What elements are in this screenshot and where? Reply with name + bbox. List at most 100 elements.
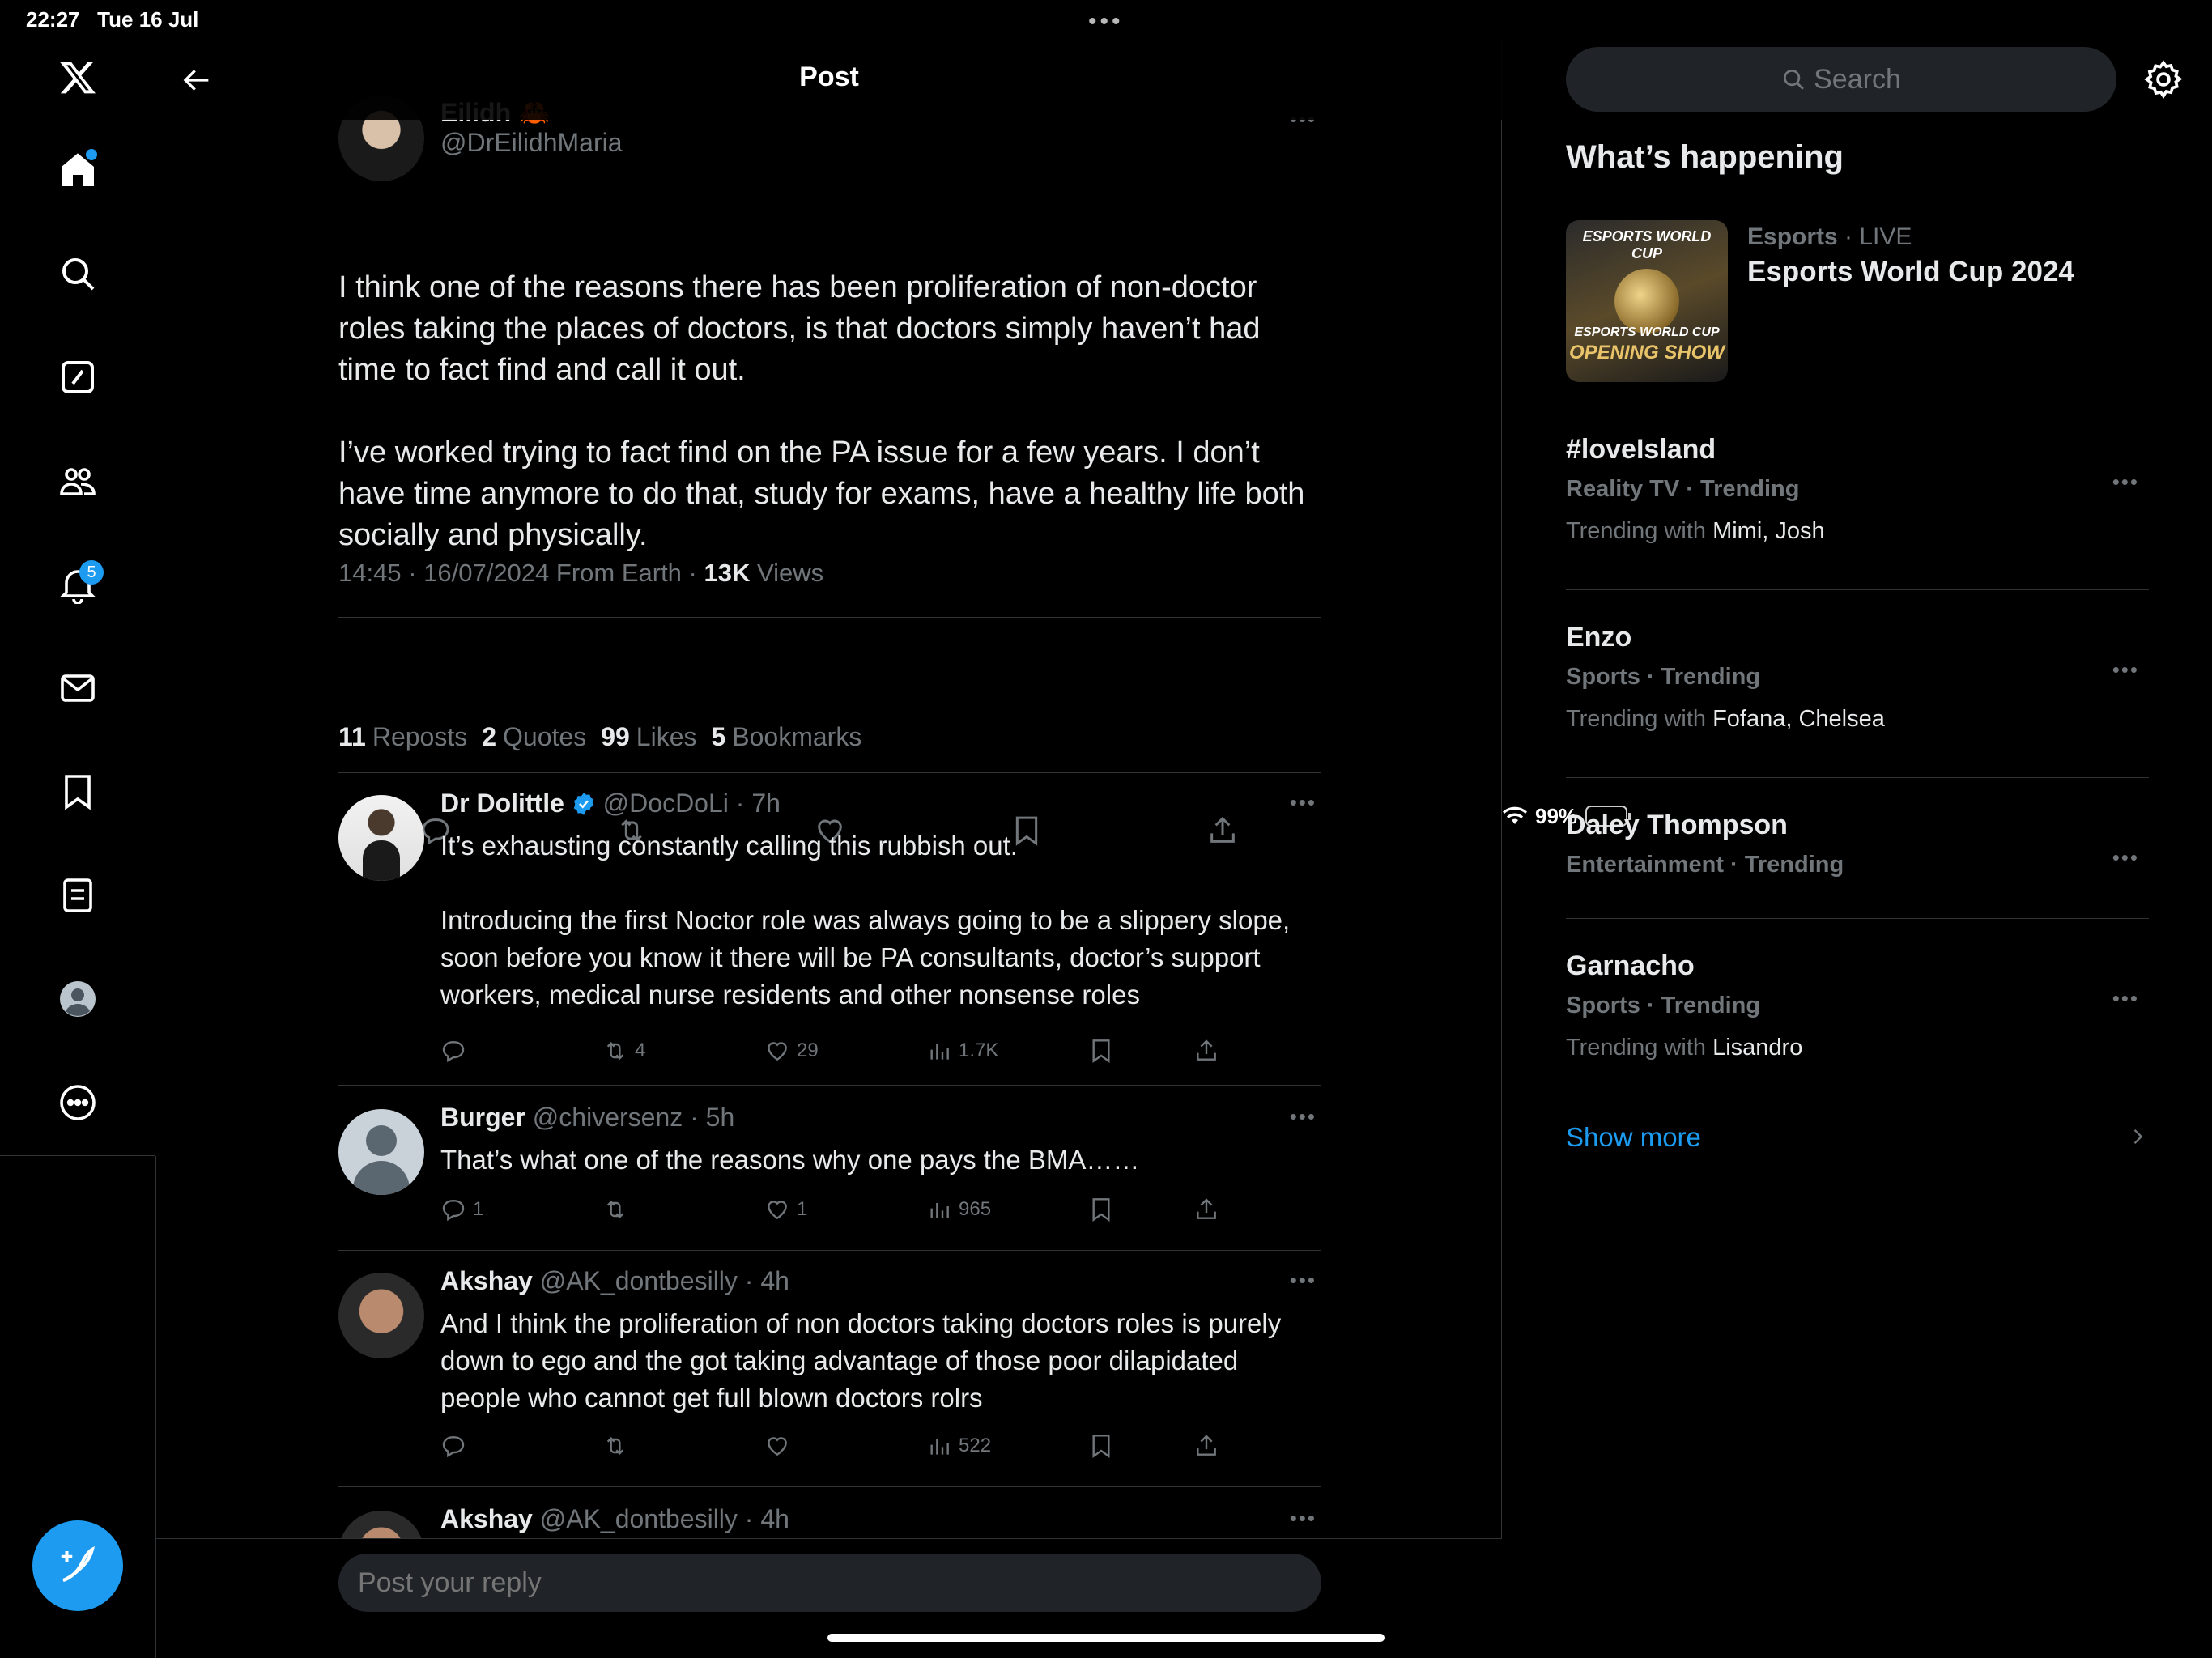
- notifications-badge: 5: [79, 560, 104, 585]
- views-label: Views: [756, 559, 824, 587]
- reply-actions: 4 29 1.7K: [440, 1038, 1250, 1070]
- lists-icon[interactable]: [45, 863, 110, 928]
- post-timestamp: 14:45 · 16/07/2024 From Earth ·: [338, 559, 704, 587]
- right-sidebar: Search What’s happening ESPORTS WORLD CU…: [1503, 39, 2212, 1658]
- reply-views-button[interactable]: 965: [926, 1197, 991, 1222]
- reply-avatar[interactable]: [338, 795, 424, 881]
- x-logo-icon[interactable]: [45, 45, 110, 110]
- reply-item[interactable]: Akshay @AK_dontbesilly · 4h ••• And I th…: [338, 1266, 1321, 1499]
- reply-share-button[interactable]: [1193, 1433, 1219, 1459]
- trend-related: Trending with Mimi, Josh: [1566, 518, 1825, 544]
- reposts-stat[interactable]: 11 Reposts: [338, 722, 467, 752]
- reply-comment-button[interactable]: [440, 1433, 473, 1459]
- trend-item[interactable]: Garnacho Sports · Trending Trending with…: [1566, 950, 2149, 1080]
- status-bar: 22:27 Tue 16 Jul ••• 99%: [0, 0, 2212, 828]
- post-stats: 11 Reposts 2 Quotes 99 Likes 5 Bookmarks: [338, 722, 861, 752]
- show-more-link[interactable]: Show more: [1566, 1122, 1701, 1153]
- trend-more-icon[interactable]: •••: [2112, 657, 2139, 682]
- divider: [1566, 777, 2149, 778]
- reply-input[interactable]: [338, 1554, 1321, 1612]
- search-icon[interactable]: [45, 241, 110, 306]
- reply-author-handle[interactable]: @DocDoLi · 7h: [603, 789, 781, 818]
- trend-more-icon[interactable]: •••: [2112, 470, 2139, 495]
- divider: [338, 1486, 1321, 1487]
- bookmarks-icon[interactable]: [45, 759, 110, 824]
- post-meta: 14:45 · 16/07/2024 From Earth · 13K View…: [338, 559, 823, 588]
- reply-item[interactable]: Dr Dolittle @DocDoLi · 7h ••• It’s exhau…: [338, 789, 1321, 1086]
- status-time: 22:27 Tue 16 Jul: [26, 7, 199, 32]
- divider: [338, 1085, 1321, 1086]
- reply-author-name[interactable]: Akshay: [440, 1504, 533, 1533]
- search-icon: [1784, 70, 1804, 90]
- reply-author-name[interactable]: Akshay: [440, 1266, 533, 1295]
- trend-item[interactable]: #loveIsland Reality TV · Trending Trendi…: [1566, 434, 2149, 563]
- author-handle[interactable]: @DrEilidhMaria: [440, 128, 623, 158]
- reply-bookmark-button[interactable]: [1088, 1038, 1114, 1064]
- reply-actions: 1 1 965: [440, 1197, 1250, 1229]
- reply-more-icon[interactable]: •••: [1290, 1506, 1317, 1531]
- featured-trend[interactable]: ESPORTS WORLD CUP ESPORTS WORLD CUP OPEN…: [1566, 220, 2149, 382]
- trend-item[interactable]: Daley Thompson Entertainment · Trending …: [1566, 810, 2149, 899]
- reply-like-button[interactable]: 29: [764, 1038, 819, 1064]
- reply-text: And I think the proliferation of non doc…: [440, 1308, 1282, 1413]
- reply-like-button[interactable]: [764, 1433, 797, 1459]
- reply-text: It’s exhausting constantly calling this …: [440, 831, 1291, 1010]
- trend-category: Entertainment · Trending: [1566, 852, 1844, 878]
- home-indicator[interactable]: [827, 1634, 1385, 1642]
- reply-avatar[interactable]: [338, 1273, 424, 1358]
- reply-comment-button[interactable]: [440, 1038, 473, 1064]
- multitasking-dots-icon[interactable]: •••: [1088, 8, 1124, 36]
- reply-like-button[interactable]: 1: [764, 1197, 807, 1222]
- trend-related: Trending with Lisandro: [1566, 1035, 1803, 1061]
- reply-views-button[interactable]: 522: [926, 1433, 991, 1459]
- reply-bookmark-button[interactable]: [1088, 1197, 1114, 1222]
- trend-category: Sports · Trending: [1566, 993, 1761, 1018]
- reply-avatar[interactable]: [338, 1109, 424, 1195]
- search-placeholder: Search: [1814, 63, 1901, 95]
- divider: [1566, 589, 2149, 590]
- reply-header: Akshay @AK_dontbesilly · 4h: [440, 1266, 789, 1296]
- search-bar[interactable]: Search: [1566, 47, 2116, 112]
- profile-avatar-icon[interactable]: [45, 967, 110, 1031]
- reply-share-button[interactable]: [1193, 1038, 1219, 1064]
- compose-post-button[interactable]: [32, 1520, 123, 1611]
- reply-author-handle[interactable]: @AK_dontbesilly · 4h: [540, 1266, 789, 1295]
- trend-item[interactable]: Enzo Sports · Trending Trending with Fof…: [1566, 622, 2149, 751]
- reply-comment-button[interactable]: 1: [440, 1197, 483, 1222]
- settings-gear-icon[interactable]: [2142, 58, 2184, 100]
- reply-author-handle[interactable]: @AK_dontbesilly · 4h: [540, 1504, 789, 1533]
- communities-icon[interactable]: [45, 449, 110, 513]
- reply-actions: 522: [440, 1433, 1250, 1465]
- trend-more-icon[interactable]: •••: [2112, 986, 2139, 1011]
- trend-category: Reality TV · Trending: [1566, 476, 1800, 502]
- grok-icon[interactable]: [45, 345, 110, 410]
- divider: [338, 1250, 1321, 1251]
- reply-author-handle[interactable]: @chiversenz · 5h: [533, 1103, 734, 1132]
- more-icon[interactable]: [45, 1070, 110, 1135]
- reply-more-icon[interactable]: •••: [1290, 1104, 1317, 1129]
- messages-icon[interactable]: [45, 656, 110, 721]
- bookmarks-stat[interactable]: 5 Bookmarks: [711, 722, 861, 752]
- featured-title: Esports World Cup 2024: [1747, 256, 2074, 287]
- reply-repost-button[interactable]: [602, 1197, 635, 1222]
- reply-item[interactable]: Burger @chiversenz · 5h ••• That’s what …: [338, 1103, 1321, 1247]
- trend-name: Garnacho: [1566, 950, 1695, 981]
- reply-more-icon[interactable]: •••: [1290, 790, 1317, 815]
- reply-repost-button[interactable]: 4: [602, 1038, 645, 1064]
- likes-stat[interactable]: 99 Likes: [601, 722, 696, 752]
- featured-thumbnail[interactable]: ESPORTS WORLD CUP ESPORTS WORLD CUP OPEN…: [1566, 220, 1728, 382]
- left-navigation: 5: [0, 39, 155, 1156]
- reply-author-name[interactable]: Dr Dolittle: [440, 789, 564, 818]
- notifications-icon[interactable]: 5: [45, 552, 110, 617]
- trend-more-icon[interactable]: •••: [2112, 845, 2139, 870]
- quotes-stat[interactable]: 2 Quotes: [482, 722, 586, 752]
- home-icon[interactable]: [45, 138, 110, 202]
- reply-bookmark-button[interactable]: [1088, 1433, 1114, 1459]
- reply-more-icon[interactable]: •••: [1290, 1268, 1317, 1293]
- reply-header: Akshay @AK_dontbesilly · 4h: [440, 1504, 789, 1534]
- trophy-globe-icon: [1614, 269, 1679, 334]
- reply-share-button[interactable]: [1193, 1197, 1219, 1222]
- reply-views-button[interactable]: 1.7K: [926, 1038, 998, 1064]
- reply-repost-button[interactable]: [602, 1433, 635, 1459]
- reply-author-name[interactable]: Burger: [440, 1103, 525, 1132]
